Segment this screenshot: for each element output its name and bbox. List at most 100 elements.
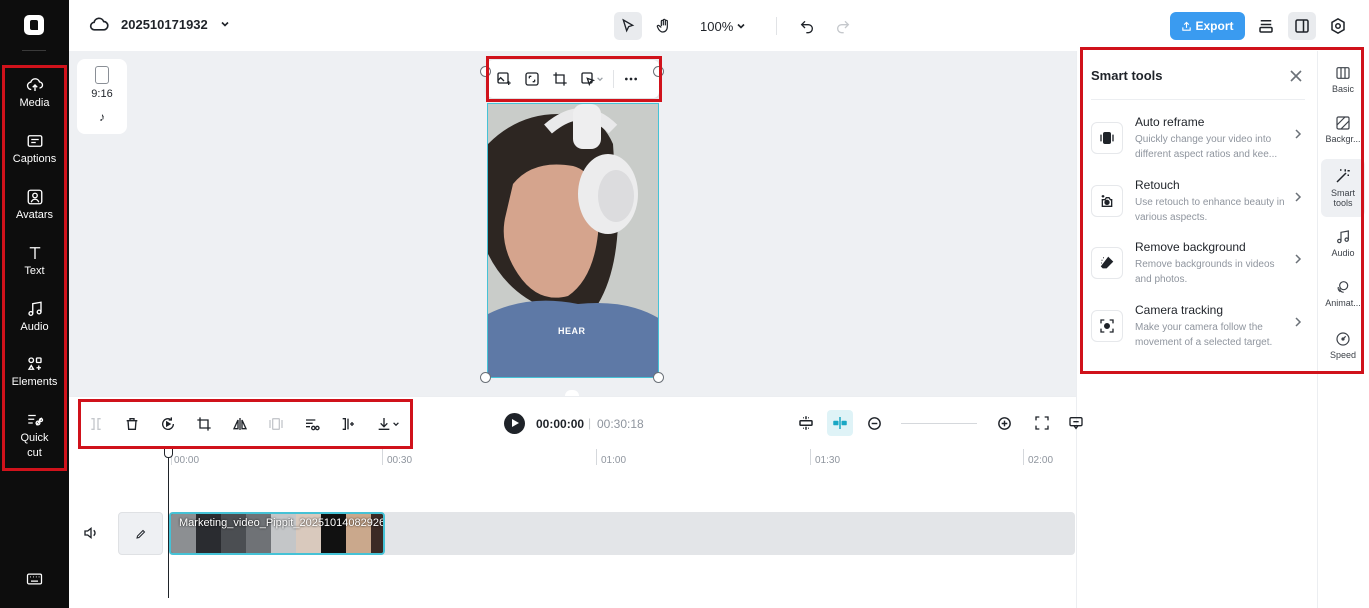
insert-button[interactable]: [335, 411, 361, 437]
app-logo[interactable]: [24, 15, 44, 35]
settings-button[interactable]: [1324, 12, 1352, 40]
replay-button[interactable]: [155, 411, 181, 437]
ruler-tick: [596, 449, 597, 465]
nav-avatars[interactable]: Avatars: [2, 188, 67, 244]
rail-background[interactable]: Backgr...: [1321, 115, 1365, 144]
playhead-handle[interactable]: [164, 446, 173, 458]
nav-quick-cut[interactable]: Quick cut: [2, 411, 67, 471]
zoom-in-icon: [997, 416, 1011, 430]
timeline-view-controls: [793, 410, 1089, 436]
nav-media[interactable]: Media: [2, 76, 67, 132]
nav-text[interactable]: Text: [2, 244, 67, 300]
tool-retouch[interactable]: Retouch Use retouch to enhance beauty in…: [1091, 178, 1311, 234]
timeline-zoom-slider[interactable]: [901, 422, 977, 424]
crop-icon: [553, 72, 567, 86]
quick-cut-button[interactable]: [299, 411, 325, 437]
tool-remove-background[interactable]: Remove background Remove backgrounds in …: [1091, 240, 1311, 296]
replace-media-button[interactable]: [493, 68, 515, 90]
zoom-dropdown[interactable]: 100%: [700, 19, 746, 34]
split-panel-icon: [1295, 19, 1309, 33]
edit-cover-button[interactable]: [118, 512, 163, 555]
zoom-out-button[interactable]: [861, 410, 887, 436]
speed-icon: [1336, 332, 1350, 346]
undo-button[interactable]: [793, 12, 821, 40]
nav-elements[interactable]: Elements: [2, 355, 67, 411]
zoom-in-button[interactable]: [991, 410, 1017, 436]
video-frame-image: [488, 104, 658, 377]
smart-crop-dropdown[interactable]: [577, 68, 607, 90]
resize-handle-top-right[interactable]: [653, 66, 664, 77]
tool-description: Make your camera follow the movement of …: [1135, 322, 1273, 348]
flip-icon: [232, 418, 248, 430]
video-preview-frame[interactable]: HEAR: [487, 103, 659, 378]
phone-outline-icon: [95, 66, 109, 84]
playhead-line[interactable]: [168, 448, 169, 598]
auto-snap-button[interactable]: [793, 410, 819, 436]
tool-camera-tracking[interactable]: Camera tracking Make your camera follow …: [1091, 303, 1311, 359]
tool-description: Quickly change your video into different…: [1135, 134, 1278, 160]
chevron-right-icon: [1295, 129, 1302, 139]
preview-canvas[interactable]: 9:16 ♪ HEAR: [69, 51, 1076, 396]
download-dropdown[interactable]: [371, 411, 405, 437]
tool-description: Use retouch to enhance beauty in various…: [1135, 197, 1285, 223]
project-name: 202510171932: [121, 16, 208, 32]
panel-divider: [1091, 99, 1305, 100]
toolbar-divider: [776, 17, 778, 35]
rail-speed[interactable]: Speed: [1321, 331, 1365, 360]
play-button[interactable]: [504, 413, 525, 434]
ruler-label: 00:30: [387, 455, 413, 466]
music-note-icon: [1337, 230, 1349, 244]
rail-smart-tools[interactable]: Smart tools: [1321, 159, 1365, 217]
resize-handle-bottom-right[interactable]: [653, 372, 664, 383]
close-panel-button[interactable]: [1289, 69, 1303, 88]
resize-handle-bottom-left[interactable]: [480, 372, 491, 383]
rail-animation[interactable]: Animat...: [1321, 279, 1365, 308]
fullscreen-button[interactable]: [1029, 410, 1055, 436]
hand-tool-button[interactable]: [650, 12, 678, 40]
rail-basic[interactable]: Basic: [1321, 65, 1365, 94]
keyboard-shortcuts-button[interactable]: [26, 572, 43, 591]
timeline[interactable]: 00:00 00:30 01:00 01:30 02:00 Marketing_…: [69, 446, 1076, 608]
logo-divider: [22, 50, 46, 51]
fullscreen-icon: [1035, 416, 1049, 430]
resize-handle-top-left[interactable]: [480, 66, 491, 77]
feedback-button[interactable]: [1063, 410, 1089, 436]
link-clips-button[interactable]: [827, 410, 853, 436]
nav-avatars-label: Avatars: [15, 209, 54, 221]
nav-text-label: Text: [24, 265, 45, 277]
trash-icon: [126, 418, 138, 430]
keyboard-icon: [26, 573, 43, 585]
fit-frame-button[interactable]: [521, 68, 543, 90]
project-title-group[interactable]: 202510171932: [89, 16, 230, 32]
nav-audio[interactable]: Audio: [2, 300, 67, 356]
delete-button[interactable]: [119, 411, 145, 437]
export-button[interactable]: Export: [1170, 12, 1245, 40]
music-note-icon: [27, 301, 42, 317]
track-mute-button[interactable]: [83, 526, 99, 545]
right-property-rail: Basic Backgr... Smart tools Audio Animat…: [1317, 51, 1369, 608]
split-button[interactable]: [83, 411, 109, 437]
current-time: 00:00:00: [536, 417, 585, 431]
flip-button[interactable]: [227, 411, 253, 437]
aspect-ratio-selector[interactable]: 9:16 ♪: [77, 59, 127, 134]
more-icon: [625, 77, 637, 81]
redo-button[interactable]: [829, 12, 857, 40]
crop-clip-button[interactable]: [191, 411, 217, 437]
insert-icon: [342, 418, 354, 430]
rail-audio[interactable]: Audio: [1321, 229, 1365, 258]
tool-auto-reframe[interactable]: Auto reframe Quickly change your video i…: [1091, 115, 1311, 171]
panel-layout-button[interactable]: [1288, 12, 1316, 40]
layers-button[interactable]: [1252, 12, 1280, 40]
canvas-tools: 100%: [614, 12, 857, 40]
crop-button[interactable]: [549, 68, 571, 90]
export-label: Export: [1195, 19, 1234, 33]
freeze-frame-button[interactable]: [263, 411, 289, 437]
select-tool-button[interactable]: [614, 12, 642, 40]
cloud-icon: [89, 17, 109, 31]
nav-captions[interactable]: Captions: [2, 132, 67, 188]
tiktok-icon: ♪: [99, 110, 105, 124]
more-options-button[interactable]: [620, 68, 642, 90]
video-clip[interactable]: Marketing_video_Pippit_20251014082926: [169, 512, 385, 555]
redo-icon: [837, 20, 850, 34]
nav-audio-label: Audio: [20, 321, 49, 333]
